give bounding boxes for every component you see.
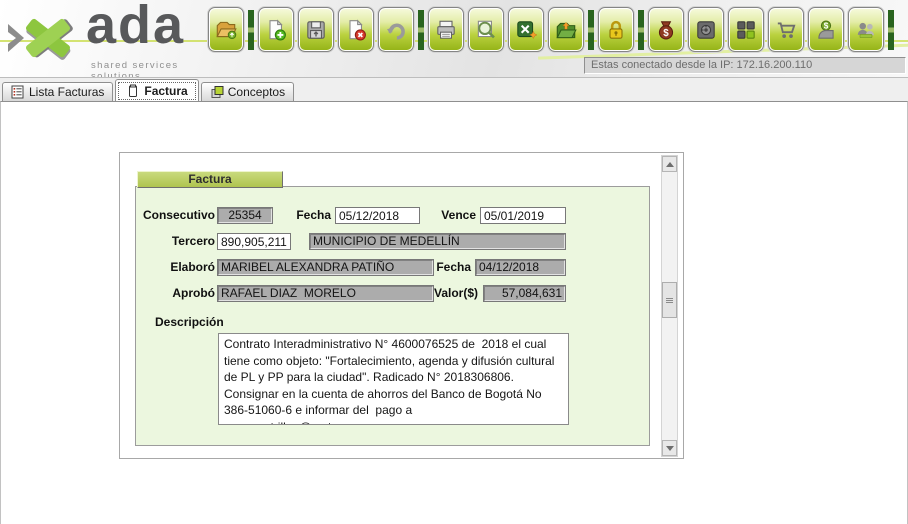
safe-button[interactable] [688, 7, 724, 52]
tab-page-factura: Factura Consecutivo 25354 Fecha Vence Te… [0, 101, 908, 524]
ada-x-logo-icon [4, 10, 82, 68]
header: ada shared services solutions [0, 0, 908, 78]
tab-label: Conceptos [228, 85, 285, 99]
brand-tagline: shared services solutions [91, 60, 212, 78]
triangle-up-icon [666, 162, 674, 167]
lock-button[interactable] [598, 7, 634, 52]
users-button[interactable] [848, 7, 884, 52]
thumb-grip-icon [666, 298, 673, 303]
factura-groupbox: Factura Consecutivo 25354 Fecha Vence Te… [119, 152, 684, 459]
list-icon [11, 85, 25, 99]
scroll-up-button[interactable] [662, 156, 677, 172]
svg-text:$: $ [663, 27, 669, 38]
toolbar-separator [588, 10, 594, 50]
delete-document-button[interactable] [338, 7, 374, 52]
toolbar-separator [888, 10, 894, 50]
print-button[interactable] [428, 7, 464, 52]
print-icon [434, 18, 458, 42]
vence-label: Vence [431, 207, 476, 224]
tab-factura[interactable]: Factura [115, 79, 198, 101]
factura-panel-header: Factura [137, 171, 283, 188]
excel-export-button[interactable] [508, 7, 544, 52]
delete-document-icon [344, 18, 368, 42]
vence-input[interactable] [480, 207, 566, 224]
scrollbar-thumb[interactable] [662, 282, 677, 318]
layers-icon [210, 85, 224, 99]
fecha-input[interactable] [335, 207, 420, 224]
grid-icon [734, 18, 758, 42]
undo-icon [384, 18, 408, 42]
document-icon [126, 84, 140, 98]
excel-export-icon [514, 18, 538, 42]
valor-field: 57,084,631 [483, 285, 566, 302]
preview-button[interactable] [468, 7, 504, 52]
brand-wordmark: ada [86, 0, 185, 56]
money-button[interactable]: $ [648, 7, 684, 52]
consecutivo-label: Consecutivo [138, 207, 215, 224]
descripcion-textarea[interactable]: Contrato Interadministrativo N° 46000765… [218, 333, 569, 425]
money-bag-icon: $ [654, 18, 678, 42]
modules-button[interactable] [728, 7, 764, 52]
valor-label: Valor($) [429, 285, 478, 302]
payments-button[interactable]: $ [808, 7, 844, 52]
elaboro-label: Elaboró [138, 259, 215, 276]
toolbar-separator [418, 10, 424, 50]
toolbar: $ [208, 7, 894, 52]
factura-form-panel: Consecutivo 25354 Fecha Vence Tercero MU… [135, 186, 650, 446]
aprobo-field: RAFAEL DIAZ MORELO [217, 285, 434, 302]
save-icon [304, 18, 328, 42]
fecha-elaboro-field: 04/12/2018 [475, 259, 566, 276]
toolbar-separator [248, 10, 254, 50]
triangle-down-icon [666, 446, 674, 451]
tab-label: Factura [144, 84, 187, 98]
tercero-label: Tercero [138, 233, 215, 250]
lock-icon [604, 18, 628, 42]
users-icon [854, 18, 878, 42]
aprobo-label: Aprobó [138, 285, 215, 302]
tab-lista-facturas[interactable]: Lista Facturas [2, 82, 113, 101]
save-button[interactable] [298, 7, 334, 52]
toolbar-separator [638, 10, 644, 50]
scroll-down-button[interactable] [662, 440, 677, 456]
elaboro-field: MARIBEL ALEXANDRA PATIÑO [217, 259, 434, 276]
archive-button[interactable] [548, 7, 584, 52]
tab-label: Lista Facturas [29, 85, 104, 99]
cart-button[interactable] [768, 7, 804, 52]
folder-open-icon [214, 18, 238, 42]
consecutivo-field: 25354 [217, 207, 273, 224]
vertical-scrollbar[interactable] [661, 155, 678, 457]
svg-text:$: $ [824, 21, 829, 30]
tercero-name-field: MUNICIPIO DE MEDELLÍN [309, 233, 566, 250]
ada-logo: ada shared services solutions [2, 4, 212, 76]
tercero-input[interactable] [217, 233, 291, 250]
new-document-button[interactable] [258, 7, 294, 52]
tab-conceptos[interactable]: Conceptos [201, 82, 294, 101]
undo-button[interactable] [378, 7, 414, 52]
cart-icon [774, 18, 798, 42]
green-folder-icon [554, 18, 578, 42]
application-window: ada shared services solutions [0, 0, 908, 524]
open-folder-button[interactable] [208, 7, 244, 52]
fecha-label: Fecha [286, 207, 331, 224]
new-document-icon [264, 18, 288, 42]
magnifier-icon [474, 18, 498, 42]
hand-money-icon: $ [814, 18, 838, 42]
descripcion-label: Descripción [155, 314, 245, 331]
fecha-elaboro-label: Fecha [426, 259, 471, 276]
safe-icon [694, 18, 718, 42]
connection-status-bar: Estas conectado desde la IP: 172.16.200.… [584, 57, 906, 74]
